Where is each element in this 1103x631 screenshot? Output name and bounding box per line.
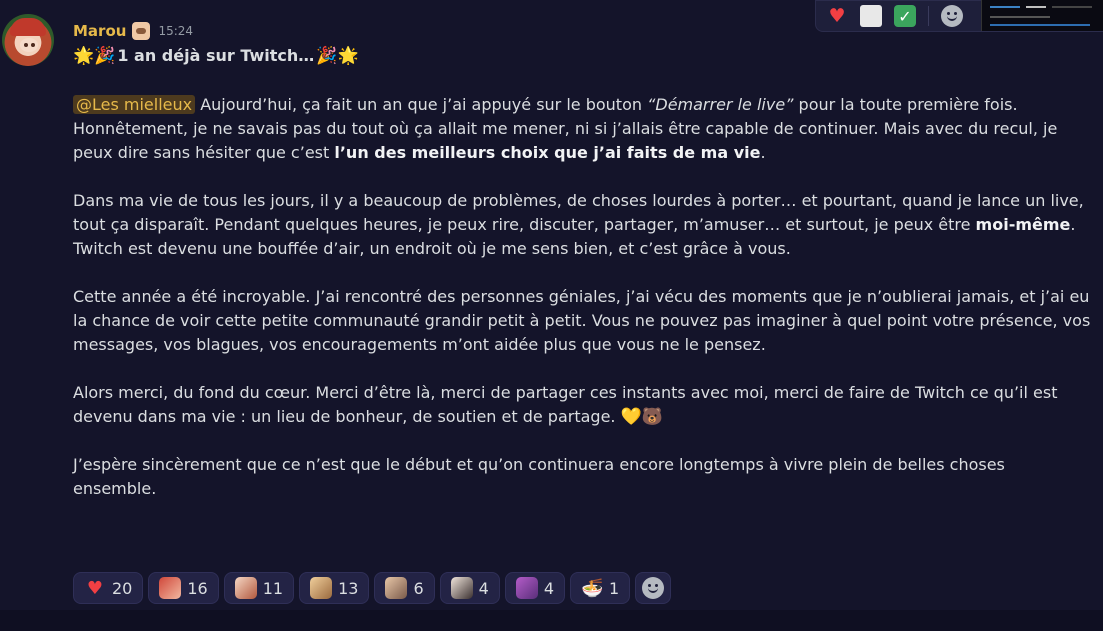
reaction-count: 20 xyxy=(112,578,133,598)
check-icon: ✓ xyxy=(894,5,916,27)
purple-emote-icon xyxy=(515,577,538,599)
message-timestamp[interactable]: 15:24 xyxy=(158,24,193,38)
author-avatar[interactable] xyxy=(2,14,54,66)
smiley-icon xyxy=(642,577,665,599)
reaction-heart[interactable]: ♥ 20 xyxy=(73,572,144,604)
add-reaction-button[interactable] xyxy=(635,572,672,604)
chibi-emote-icon xyxy=(234,577,257,599)
reaction-count: 16 xyxy=(187,578,208,598)
heart-reaction-button[interactable]: ♥ xyxy=(822,2,852,30)
paragraph-1-text-a: Aujourd’hui, ça fait un an que j’ai appu… xyxy=(195,95,648,114)
title-emoji-left: 🌟🎉 xyxy=(73,46,116,66)
avatar-hat xyxy=(10,18,46,36)
reaction-bar: ♥ 20 16 11 13 6 4 4 🍜 1 xyxy=(73,572,672,604)
paragraph-2-text-a: Dans ma vie de tous les jours, il y a be… xyxy=(73,191,1084,234)
avatar-eye xyxy=(24,43,28,47)
paragraph-4-emoji: 💛🐻 xyxy=(620,407,663,427)
author-badge-icon xyxy=(132,22,151,40)
paragraph-3: Cette année a été incroyable. J’ai renco… xyxy=(73,287,1091,354)
sticker-icon xyxy=(860,5,882,27)
author-name[interactable]: Marou xyxy=(73,22,126,40)
reaction-bear[interactable]: 13 xyxy=(299,572,370,604)
paragraph-5: J’espère sincèrement que ce n’est que le… xyxy=(73,455,1005,498)
reaction-count: 4 xyxy=(478,578,489,598)
reaction-hand[interactable]: 4 xyxy=(439,572,500,604)
reaction-count: 6 xyxy=(413,578,424,598)
message-header: Marou 15:24 xyxy=(73,20,193,42)
sticker-reaction-button[interactable] xyxy=(856,2,886,30)
reaction-count: 11 xyxy=(262,578,284,598)
toolbar-divider xyxy=(928,6,929,26)
title-emoji-right: 🎉🌟 xyxy=(316,46,359,66)
avatar-eye xyxy=(31,43,35,47)
reaction-redhair[interactable]: 16 xyxy=(148,572,219,604)
hand-emote-icon xyxy=(450,577,473,599)
heart-icon: ♥ xyxy=(86,577,104,599)
paragraph-4: Alors merci, du fond du cœur. Merci d’êt… xyxy=(73,381,1093,429)
paragraph-4-text: Alors merci, du fond du cœur. Merci d’êt… xyxy=(73,383,1058,426)
reaction-purple[interactable]: 4 xyxy=(504,572,565,604)
paragraph-1: @Les mielleux Aujourd’hui, ça fait un an… xyxy=(73,93,1093,165)
redhair-emote-icon xyxy=(159,577,182,599)
screen-preview-thumbnail[interactable] xyxy=(981,0,1103,31)
background-strip xyxy=(0,610,1103,631)
reaction-count: 4 xyxy=(543,578,554,598)
girl-emote-icon xyxy=(385,577,408,599)
title-text: 1 an déjà sur Twitch… xyxy=(117,46,315,65)
reaction-count: 13 xyxy=(338,578,359,598)
paragraph-1-bold: l’un des meilleurs choix que j’ai faits … xyxy=(334,143,761,162)
bear-emote-icon xyxy=(310,577,333,599)
check-reaction-button[interactable]: ✓ xyxy=(890,2,920,30)
paragraph-2: Dans ma vie de tous les jours, il y a be… xyxy=(73,189,1093,261)
message-title: 🌟🎉 1 an déjà sur Twitch… 🎉🌟 xyxy=(73,43,1093,69)
message-content: 🌟🎉 1 an déjà sur Twitch… 🎉🌟 @Les mielleu… xyxy=(73,43,1093,501)
paragraph-2-bold: moi-même xyxy=(975,215,1071,234)
smiley-icon xyxy=(941,5,963,27)
avatar-face xyxy=(20,38,38,52)
paragraph-1-text-c: . xyxy=(760,143,766,162)
add-reaction-toolbar-button[interactable] xyxy=(937,2,967,30)
noodles-icon: 🍜 xyxy=(581,577,604,599)
reaction-girl[interactable]: 6 xyxy=(374,572,435,604)
reaction-noodles[interactable]: 🍜 1 xyxy=(570,572,631,604)
reaction-chibi[interactable]: 11 xyxy=(223,572,295,604)
role-mention[interactable]: @Les mielleux xyxy=(73,95,196,114)
paragraph-1-italic: “Démarrer le live” xyxy=(647,95,794,114)
reaction-count: 1 xyxy=(609,578,620,598)
